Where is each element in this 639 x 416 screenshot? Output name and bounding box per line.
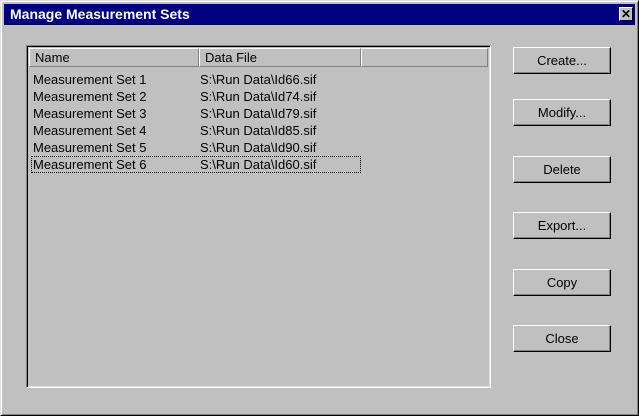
set-name: Measurement Set 4: [33, 123, 147, 138]
measurement-set-list[interactable]: Name Data File Measurement Set 1 S:\Run …: [26, 45, 491, 388]
window-title: Manage Measurement Sets: [10, 6, 190, 22]
list-item[interactable]: Measurement Set 3 S:\Run Data\Id79.sif: [29, 105, 488, 122]
create-button[interactable]: Create...: [513, 47, 611, 74]
list-item-focused[interactable]: Measurement Set 6 S:\Run Data\Id60.sif: [29, 156, 488, 173]
list-item[interactable]: Measurement Set 1 S:\Run Data\Id66.sif: [29, 71, 488, 88]
export-button[interactable]: Export...: [513, 212, 611, 239]
modify-button[interactable]: Modify...: [513, 99, 611, 126]
set-name: Measurement Set 1: [33, 72, 147, 87]
list-item[interactable]: Measurement Set 5 S:\Run Data\Id90.sif: [29, 139, 488, 156]
list-header: Name Data File: [29, 48, 488, 67]
list-rows: Measurement Set 1 S:\Run Data\Id66.sif M…: [29, 71, 488, 173]
manage-measurement-sets-dialog: Manage Measurement Sets ✕ Name Data File…: [0, 0, 639, 416]
close-icon[interactable]: ✕: [619, 7, 633, 21]
copy-button[interactable]: Copy: [513, 269, 611, 296]
set-name: Measurement Set 2: [33, 89, 147, 104]
data-file: S:\Run Data\Id79.sif: [200, 106, 317, 121]
set-name: Measurement Set 5: [33, 140, 147, 155]
set-name: Measurement Set 3: [33, 106, 147, 121]
data-file: S:\Run Data\Id74.sif: [200, 89, 317, 104]
data-file: S:\Run Data\Id90.sif: [200, 140, 317, 155]
list-item[interactable]: Measurement Set 2 S:\Run Data\Id74.sif: [29, 88, 488, 105]
delete-button[interactable]: Delete: [513, 156, 611, 183]
column-header-name[interactable]: Name: [29, 48, 199, 67]
data-file: S:\Run Data\Id66.sif: [200, 72, 317, 87]
column-header-data-file[interactable]: Data File: [199, 48, 361, 67]
close-button[interactable]: Close: [513, 325, 611, 352]
list-item[interactable]: Measurement Set 4 S:\Run Data\Id85.sif: [29, 122, 488, 139]
data-file: S:\Run Data\Id60.sif: [200, 157, 317, 172]
data-file: S:\Run Data\Id85.sif: [200, 123, 317, 138]
set-name: Measurement Set 6: [33, 157, 147, 172]
column-header-empty[interactable]: [361, 48, 488, 67]
title-bar[interactable]: Manage Measurement Sets ✕: [4, 4, 635, 25]
